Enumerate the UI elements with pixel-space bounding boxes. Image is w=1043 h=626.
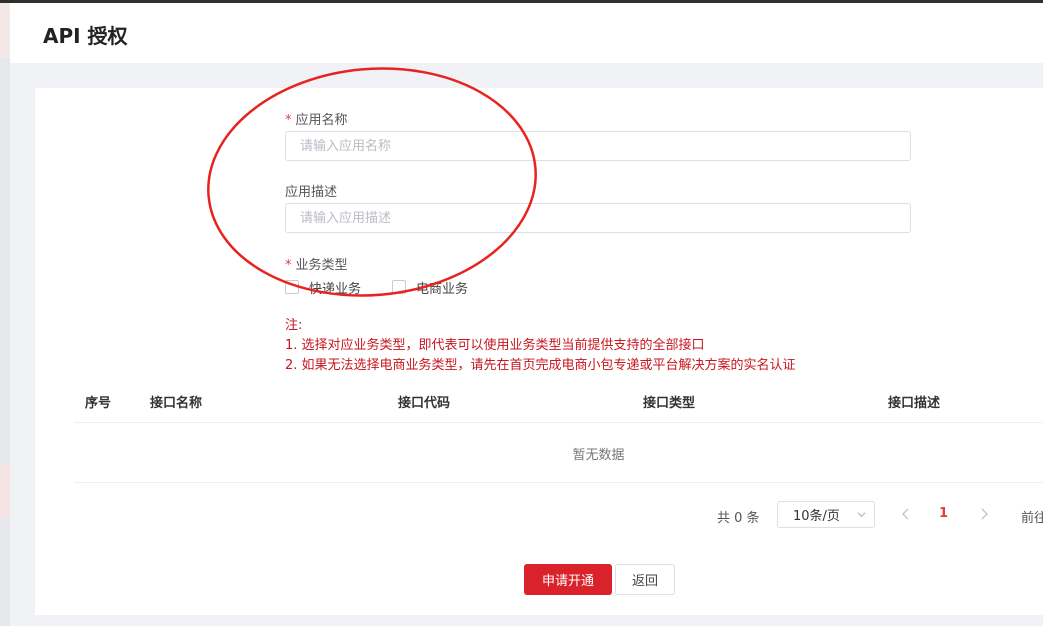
app-name-label-text: 应用名称 [295,113,348,128]
biz-type-checkbox-group: 快递业务 电商业务 [285,278,499,297]
form-card: *应用名称 应用描述 *业务类型 快递业务 电商业务 注: 1. 选择对应业务类… [35,88,1043,615]
app-desc-label: 应用描述 [285,185,338,200]
checkbox-label: 电商业务 [416,281,469,297]
total-count: 共 0 条 [717,511,760,526]
table-header: 序号 接口名称 接口代码 接口类型 接口描述 [74,380,1043,423]
biz-type-label-text: 业务类型 [295,258,348,273]
page-size-select[interactable]: 10条/页 [777,501,875,528]
sidebar-edge [0,3,10,626]
goto-label: 前往 [1021,511,1043,526]
chevron-right-icon[interactable] [977,505,991,523]
required-mark: * [285,113,292,128]
column-header: 序号 [85,396,112,411]
note-line: 1. 选择对应业务类型，即代表可以使用业务类型当前提供支持的全部接口 [285,338,705,353]
empty-text: 暂无数据 [572,448,625,463]
checkbox-box[interactable] [392,280,407,294]
page-title: API 授权 [43,24,128,48]
checkbox-express[interactable]: 快递业务 [285,278,361,297]
column-header: 接口描述 [888,396,941,411]
api-table: 序号 接口名称 接口代码 接口类型 接口描述 暂无数据 [74,380,1043,483]
page-size-value: 10条/页 [793,509,840,524]
page-header: API 授权 [10,3,1043,63]
checkbox-box[interactable] [285,280,299,294]
column-header: 接口代码 [398,396,451,411]
chevron-left-icon[interactable] [899,505,913,523]
pagination: 共 0 条 10条/页 1 前往 [35,501,1043,529]
page-number-current[interactable]: 1 [939,506,948,521]
app-desc-input[interactable] [285,203,911,233]
table-empty-row: 暂无数据 [74,423,1043,483]
app-name-input[interactable] [285,131,911,161]
sidebar-highlight [0,3,10,58]
note-block: 注: 1. 选择对应业务类型，即代表可以使用业务类型当前提供支持的全部接口 2.… [285,316,796,376]
column-header: 接口名称 [150,396,203,411]
back-button[interactable]: 返回 [615,564,675,595]
biz-type-label: * 业务类型 [285,254,348,273]
sidebar-highlight [0,465,10,517]
note-title: 注: [285,318,303,333]
checkbox-ecommerce[interactable]: 电商业务 [392,278,468,297]
checkbox-label: 快递业务 [309,281,362,297]
required-mark: * [285,258,292,273]
app-name-label: * 应用名称 [285,109,348,128]
chevron-down-icon [857,512,866,518]
apply-button[interactable]: 申请开通 [524,564,612,595]
column-header: 接口类型 [643,396,696,411]
note-line: 2. 如果无法选择电商业务类型，请先在首页完成电商小包专递或平台解决方案的实名认… [285,358,796,373]
